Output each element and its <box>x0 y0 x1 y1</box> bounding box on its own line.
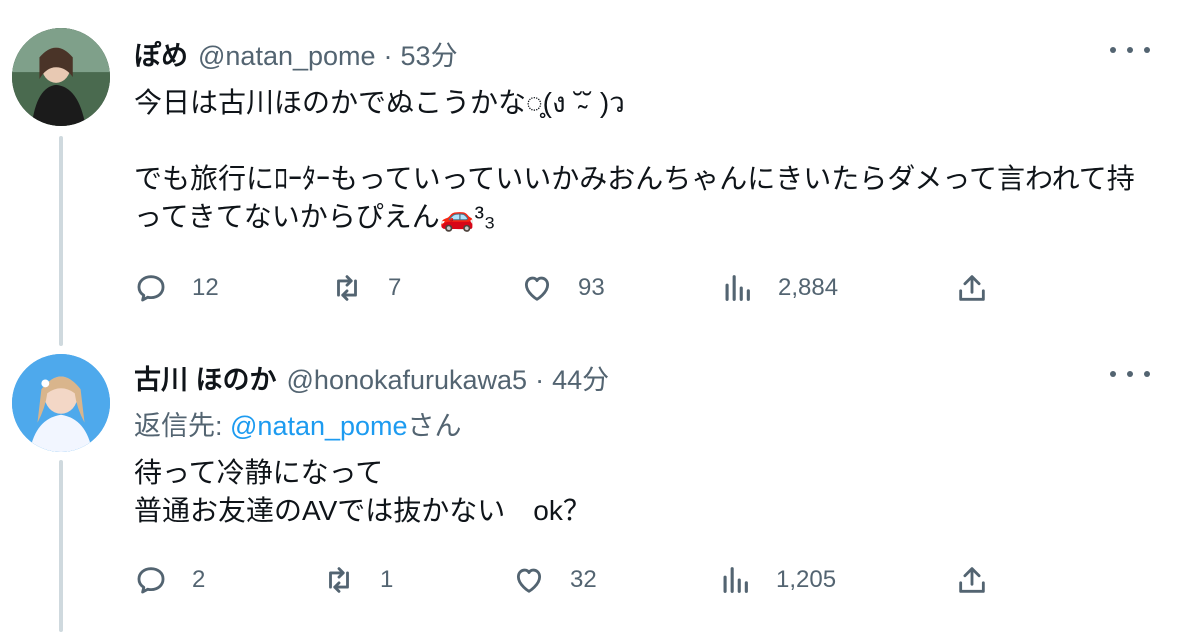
display-name[interactable]: ぽめ <box>134 34 188 73</box>
reply-prefix: 返信先: <box>134 411 231 441</box>
speech-bubble-icon <box>137 567 165 594</box>
timestamp[interactable]: 44分 <box>552 358 609 397</box>
tweet[interactable]: 古川 ほのか @honokafurukawa5 · 44分 返信先: @nata… <box>0 340 1200 632</box>
retweet-count: 7 <box>388 274 402 301</box>
like-button[interactable]: 93 <box>520 268 605 308</box>
display-name[interactable]: 古川 ほのか <box>134 358 277 397</box>
tweet-text: 今日は古川ほのかでぬこうかな◌̥̥(ง ˘̴˘ )ว でも旅行にﾛｰﾀｰもってい… <box>134 87 1135 232</box>
avatar-image <box>12 354 110 452</box>
thread-connector <box>59 460 63 632</box>
bar-chart-icon <box>725 275 750 301</box>
reply-count: 2 <box>192 566 206 593</box>
views-button[interactable]: 1,205 <box>718 560 836 600</box>
speech-bubble-icon <box>137 275 165 302</box>
share-button[interactable] <box>955 560 989 600</box>
retweet-button[interactable]: 7 <box>330 268 401 308</box>
more-dots-icon <box>1110 47 1116 53</box>
bar-chart-icon <box>723 567 748 593</box>
views-button[interactable]: 2,884 <box>720 268 838 308</box>
action-bar: 12 7 93 2,884 <box>0 268 1200 308</box>
tweet-header: ぽめ @natan_pome · 53分 <box>134 34 458 73</box>
thread-connector <box>59 136 63 346</box>
tweet-header: 古川 ほのか @honokafurukawa5 · 44分 <box>134 358 609 397</box>
heart-icon <box>516 568 542 593</box>
view-count: 2,884 <box>778 274 839 301</box>
user-handle[interactable]: @natan_pome <box>198 41 376 72</box>
more-options-button[interactable] <box>1110 40 1150 60</box>
like-count: 32 <box>570 566 597 593</box>
reply-button[interactable]: 12 <box>134 268 219 308</box>
retweet-button[interactable]: 1 <box>322 560 393 600</box>
view-count: 1,205 <box>776 566 837 593</box>
retweet-count: 1 <box>380 566 394 593</box>
action-bar: 2 1 32 1,205 <box>0 560 1200 600</box>
avatar[interactable] <box>12 354 110 452</box>
reply-count: 12 <box>192 274 219 301</box>
reply-mention-link[interactable]: @natan_pome <box>230 411 408 441</box>
like-count: 93 <box>578 274 605 301</box>
separator: · <box>383 41 393 71</box>
avatar[interactable] <box>12 28 110 126</box>
share-upload-icon <box>959 567 985 593</box>
heart-icon <box>524 276 550 301</box>
reply-suffix: さん <box>407 411 462 441</box>
separator: · <box>535 365 545 395</box>
like-button[interactable]: 32 <box>512 560 597 600</box>
share-button[interactable] <box>955 268 989 308</box>
share-upload-icon <box>959 275 985 301</box>
user-handle[interactable]: @honokafurukawa5 <box>287 365 528 396</box>
timestamp[interactable]: 53分 <box>401 34 458 73</box>
retweet-icon <box>337 275 357 301</box>
reply-context: 返信先: @natan_pomeさん <box>134 404 462 443</box>
reply-button[interactable]: 2 <box>134 560 205 600</box>
more-dots-icon <box>1110 371 1116 377</box>
avatar-image <box>12 28 110 126</box>
tweet-text: 待って冷静になって 普通お友達のAVでは抜かない ok？ <box>134 457 591 526</box>
retweet-icon <box>329 567 349 593</box>
more-options-button[interactable] <box>1110 364 1150 384</box>
tweet[interactable]: ぽめ @natan_pome · 53分 今日は古川ほのかでぬこうかな◌̥̥(ง… <box>0 0 1200 340</box>
